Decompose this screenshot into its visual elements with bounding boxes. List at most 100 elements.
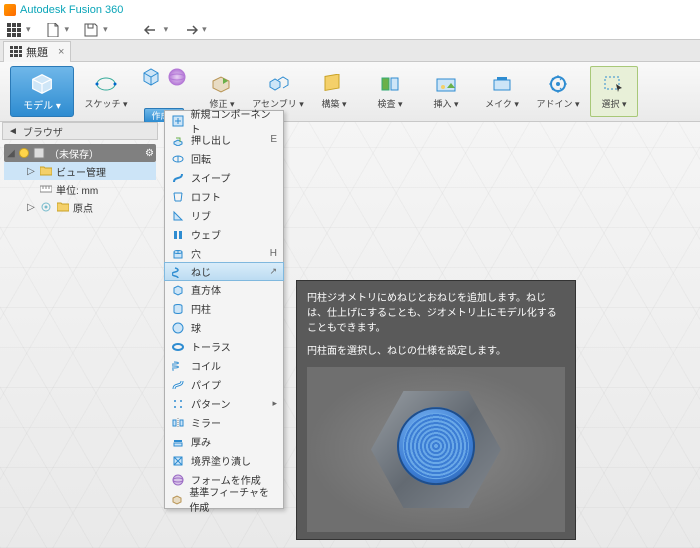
sketch-button[interactable]: スケッチ ▾ — [82, 66, 130, 117]
new-component-icon — [171, 114, 184, 128]
menu-item-rib[interactable]: リブ — [165, 206, 283, 225]
menu-item-new-component[interactable]: 新規コンポーネント — [165, 111, 283, 130]
document-tab-strip: 無題 × — [0, 40, 700, 62]
menu-item-revolve[interactable]: 回転 — [165, 149, 283, 168]
select-icon — [601, 73, 627, 95]
tree-item-origin[interactable]: ▷ 原点 — [4, 198, 156, 216]
menu-item-label: ねじ — [191, 264, 211, 279]
file-icon[interactable] — [45, 22, 61, 38]
close-icon[interactable]: × — [58, 46, 64, 58]
menu-item-label: 回転 — [191, 151, 211, 166]
menu-item-pipe[interactable]: パイプ — [165, 375, 283, 394]
insert-button[interactable]: 挿入 ▾ — [422, 66, 470, 117]
addin-icon — [545, 73, 571, 95]
browser-panel: ◄ ブラウザ ◢ （未保存） ⚙ ▷ ビュー管理 単位: mm ▷ 原点 — [2, 122, 158, 220]
menu-item-torus[interactable]: トーラス — [165, 337, 283, 356]
menu-item-cylinder[interactable]: 円柱 — [165, 299, 283, 318]
ribbon-toolbar: モデル ▾ スケッチ ▾ 作成 ▾ 修正 ▾ アセンブリ ▾ 構築 ▾ 検査 ▾… — [0, 62, 700, 122]
menu-item-label: パターン — [191, 396, 231, 411]
menu-item-label: 境界塗り潰し — [191, 453, 251, 468]
flyout-arrow-icon: ↗ — [269, 266, 277, 277]
web-icon — [171, 228, 185, 242]
expand-icon[interactable]: ◢ — [6, 148, 16, 159]
menu-item-label: 穴 — [191, 246, 201, 261]
visibility-bulb-icon[interactable] — [19, 148, 29, 158]
make-button[interactable]: メイク ▾ — [478, 66, 526, 117]
app-grid-icon[interactable] — [6, 22, 22, 38]
menu-item-loft[interactable]: ロフト — [165, 187, 283, 206]
menu-item-label: 基準フィーチャを作成 — [189, 484, 277, 514]
menu-item-mirror[interactable]: ミラー — [165, 413, 283, 432]
menu-item-coil[interactable]: コイル — [165, 356, 283, 375]
inspect-label: 検査 ▾ — [377, 97, 402, 110]
menu-item-base-feature[interactable]: 基準フィーチャを作成 — [165, 489, 283, 508]
insert-icon — [433, 73, 459, 95]
menu-item-thread[interactable]: ねじ ↗ — [164, 262, 284, 281]
expand-icon[interactable]: ▷ — [26, 202, 36, 213]
menu-item-label: パイプ — [191, 377, 221, 392]
pipe-icon — [171, 378, 185, 392]
menu-item-sweep[interactable]: スイープ — [165, 168, 283, 187]
sweep-icon — [171, 171, 185, 185]
hole-icon — [171, 247, 185, 261]
chevron-down-icon[interactable]: ▾ — [26, 24, 31, 35]
sketch-label: スケッチ ▾ — [84, 97, 127, 110]
menu-item-hole[interactable]: 穴H — [165, 244, 283, 263]
workspace-model-button[interactable]: モデル ▾ — [10, 66, 74, 117]
tree-item-view[interactable]: ▷ ビュー管理 — [4, 162, 156, 180]
undo-icon[interactable] — [144, 22, 160, 38]
chevron-down-icon[interactable]: ▾ — [164, 24, 169, 35]
menu-item-label: スイープ — [191, 170, 230, 185]
boundary-fill-icon — [171, 454, 185, 468]
settings-icon[interactable]: ⚙ — [145, 148, 154, 159]
browser-header[interactable]: ◄ ブラウザ — [2, 122, 158, 140]
box-icon[interactable] — [140, 66, 162, 88]
save-icon[interactable] — [83, 22, 99, 38]
modify-icon — [209, 73, 235, 95]
chevron-down-icon[interactable]: ▾ — [65, 24, 70, 35]
tree-root[interactable]: ◢ （未保存） ⚙ — [4, 144, 156, 162]
menu-item-box[interactable]: 直方体 — [165, 280, 283, 299]
make-icon — [489, 73, 515, 95]
chevron-down-icon[interactable]: ▾ — [202, 24, 207, 35]
shortcut-label: H — [270, 248, 277, 259]
chevron-down-icon[interactable]: ▾ — [103, 24, 108, 35]
tooltip-hint: 円柱面を選択し、ねじの仕様を設定します。 — [307, 344, 565, 359]
collapse-icon[interactable]: ◄ — [8, 126, 18, 137]
document-tab[interactable]: 無題 × — [3, 41, 71, 62]
component-icon — [32, 146, 46, 160]
menu-item-sphere[interactable]: 球 — [165, 318, 283, 337]
cube-icon — [28, 72, 56, 96]
menu-item-web[interactable]: ウェブ — [165, 225, 283, 244]
sphere-icon[interactable] — [166, 66, 188, 88]
rib-icon — [171, 209, 185, 223]
select-label: 選択 ▾ — [601, 97, 626, 110]
root-label: （未保存） — [49, 146, 99, 161]
origin-label: 原点 — [73, 200, 93, 215]
browser-title: ブラウザ — [23, 124, 63, 139]
menu-item-label: 新規コンポーネント — [190, 106, 277, 136]
menu-item-pattern[interactable]: パターン▸ — [165, 394, 283, 413]
menu-item-thicken[interactable]: 厚み — [165, 432, 283, 451]
construct-button[interactable]: 構築 ▾ — [310, 66, 358, 117]
tooltip-preview — [307, 367, 565, 532]
window-title: Autodesk Fusion 360 — [20, 4, 123, 16]
view-label: ビュー管理 — [56, 164, 106, 179]
menu-item-boundary-fill[interactable]: 境界塗り潰し — [165, 451, 283, 470]
thicken-icon — [171, 435, 185, 449]
menu-item-label: コイル — [191, 358, 221, 373]
inspect-button[interactable]: 検査 ▾ — [366, 66, 414, 117]
ruler-icon — [39, 182, 53, 196]
app-logo-icon — [4, 4, 16, 16]
select-button[interactable]: 選択 ▾ — [590, 66, 638, 117]
expand-icon[interactable]: ▷ — [26, 166, 36, 177]
visibility-off-icon[interactable] — [39, 200, 53, 214]
thread-icon — [171, 265, 185, 279]
construct-label: 構築 ▾ — [321, 97, 346, 110]
quick-access-toolbar: ▾ ▾ ▾ ▾ ▾ — [0, 20, 700, 40]
thread-tooltip: 円柱ジオメトリにめねじとおねじを追加します。ねじは、仕上げにすることも、ジオメト… — [296, 280, 576, 540]
tree-item-units[interactable]: 単位: mm — [4, 180, 156, 198]
menu-item-label: 直方体 — [191, 282, 221, 297]
addin-button[interactable]: アドイン ▾ — [534, 66, 582, 117]
redo-icon[interactable] — [182, 22, 198, 38]
